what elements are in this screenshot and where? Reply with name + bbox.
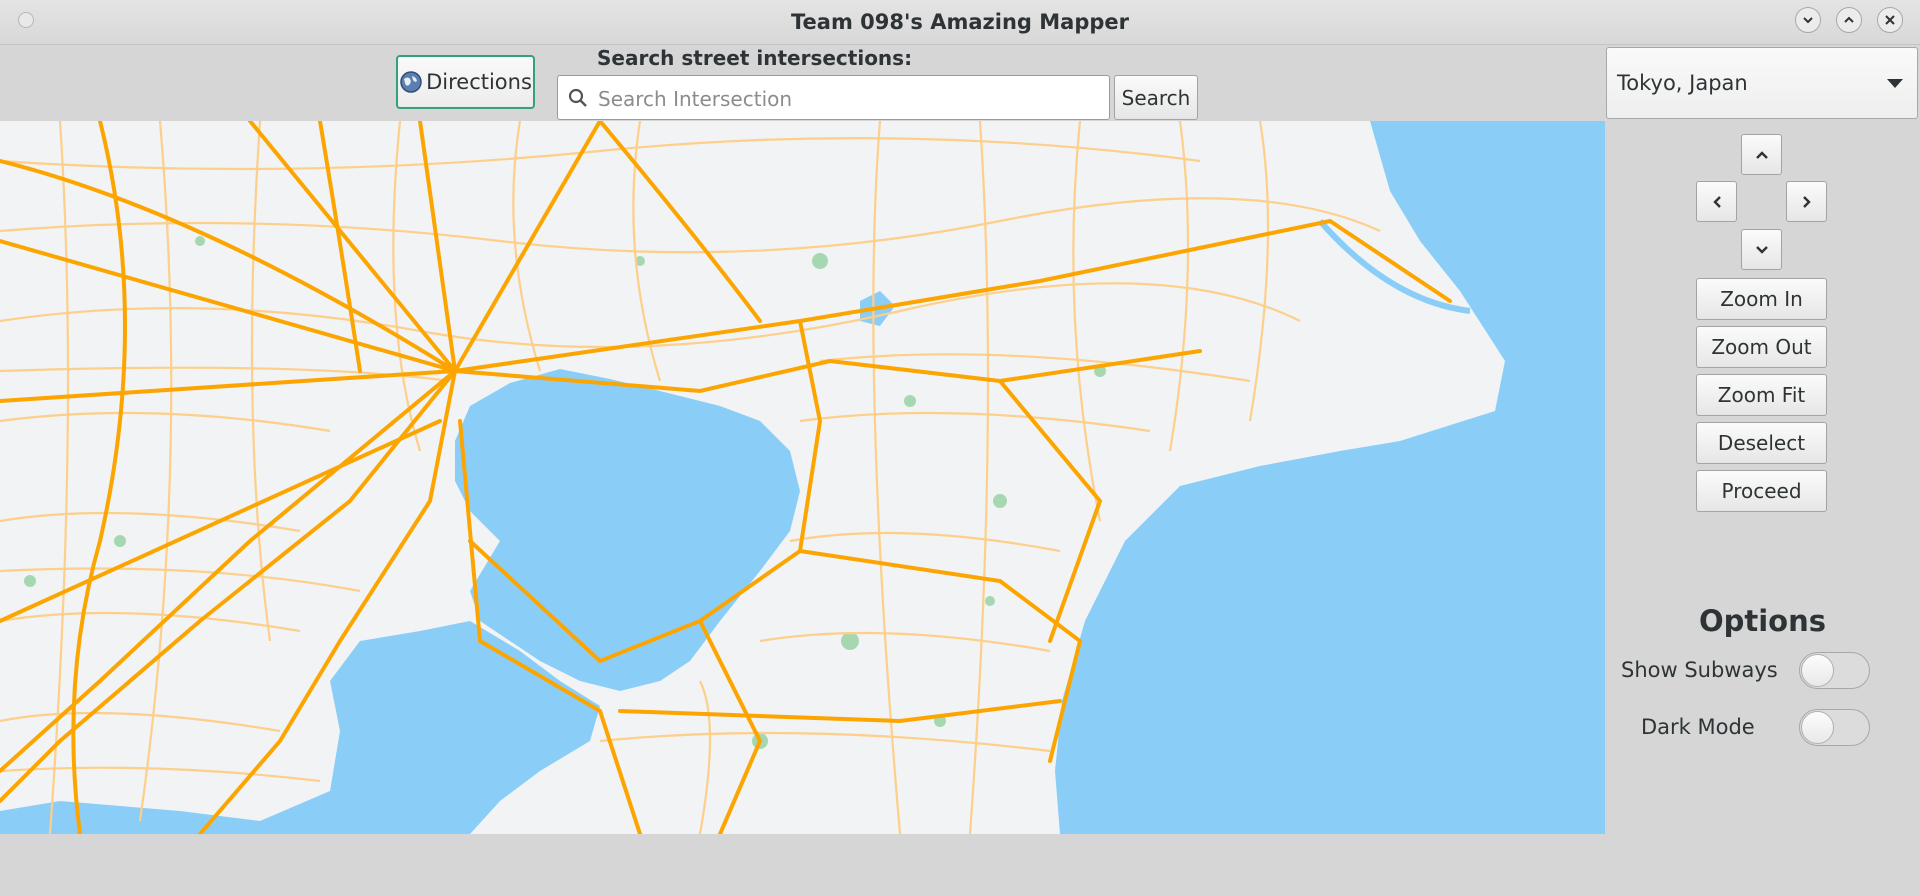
show-subways-toggle[interactable] [1799,652,1870,689]
title-bar: Team 098's Amazing Mapper [0,0,1920,45]
zoom-in-button[interactable]: Zoom In [1696,278,1827,320]
chevron-down-icon [1755,245,1768,254]
chevron-left-icon [1712,195,1721,208]
search-field[interactable] [557,75,1110,121]
maximize-button[interactable] [1836,7,1862,33]
pan-down-button[interactable] [1741,229,1782,270]
window-title: Team 098's Amazing Mapper [791,10,1129,34]
toggle-knob [1801,654,1834,687]
toggle-knob [1801,711,1834,744]
chevron-down-icon [1803,17,1813,24]
pan-right-button[interactable] [1786,181,1827,222]
close-icon [1885,15,1895,25]
city-select-value: Tokyo, Japan [1617,71,1748,95]
caret-down-icon [1887,79,1903,88]
globe-icon [400,71,422,93]
options-heading: Options [1698,604,1827,638]
map-canvas[interactable] [0,121,1605,834]
directions-button[interactable]: Directions [396,55,535,109]
search-input[interactable] [596,76,1105,121]
zoom-out-button[interactable]: Zoom Out [1696,326,1827,368]
map-svg [0,121,1605,834]
chevron-right-icon [1802,195,1811,208]
search-button[interactable]: Search [1114,75,1198,120]
dark-mode-toggle[interactable] [1799,709,1870,746]
zoom-fit-button[interactable]: Zoom Fit [1696,374,1827,416]
proceed-button[interactable]: Proceed [1696,470,1827,512]
bottom-bar [0,834,1920,895]
search-label: Search street intersections: [597,46,913,70]
pan-left-button[interactable] [1696,181,1737,222]
directions-label: Directions [426,70,532,94]
city-select[interactable]: Tokyo, Japan [1606,47,1918,119]
search-icon [568,88,587,107]
minimize-button[interactable] [1795,7,1821,33]
chevron-up-icon [1755,150,1768,159]
show-subways-label: Show Subways [1621,658,1778,682]
chevron-up-icon [1844,16,1854,23]
deselect-button[interactable]: Deselect [1696,422,1827,464]
dark-mode-label: Dark Mode [1641,715,1755,739]
close-button[interactable] [1877,7,1903,33]
pan-up-button[interactable] [1741,134,1782,175]
